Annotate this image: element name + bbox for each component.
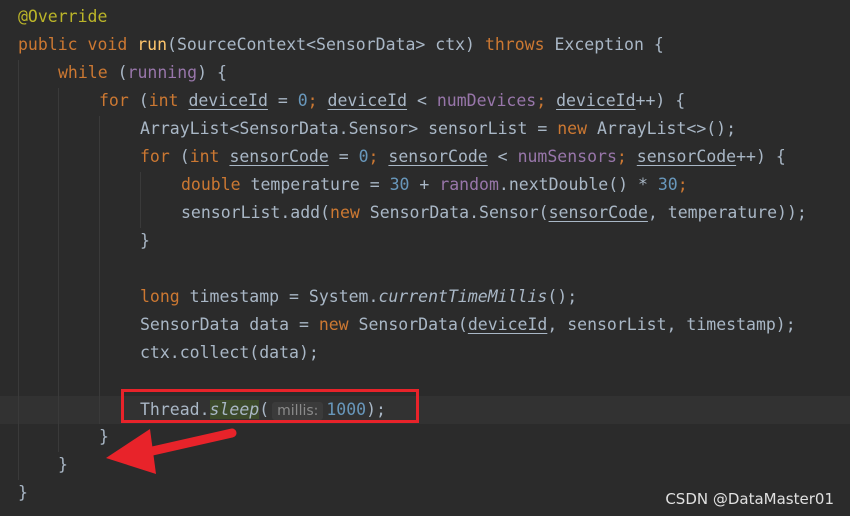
watermark: CSDN @DataMaster01 [665, 490, 834, 508]
red-arrow-icon [106, 428, 237, 474]
code-editor[interactable]: @Override public void run(SourceContext<… [0, 0, 850, 516]
